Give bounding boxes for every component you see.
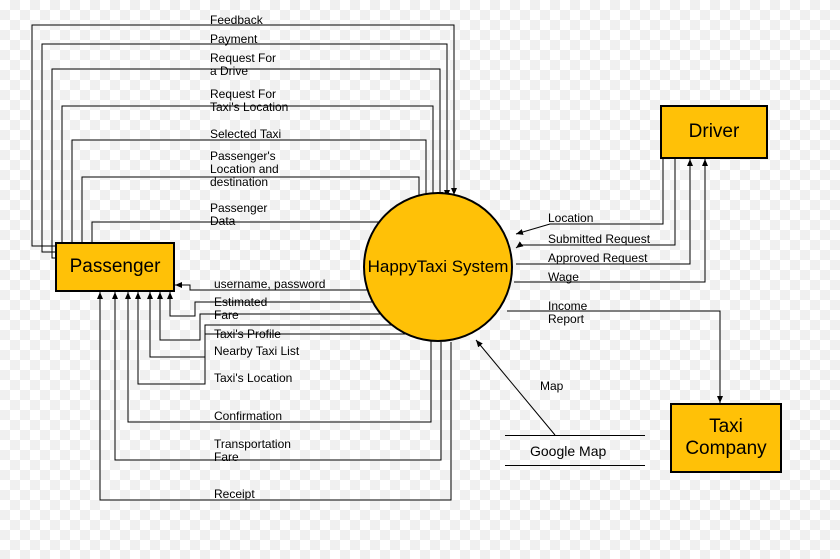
flow-request-drive: Request Fora Drive [210, 52, 300, 78]
entity-googlemap-line-bot [505, 465, 645, 466]
flow-confirmation: Confirmation [214, 410, 282, 423]
flow-request-taxi-loc: Request ForTaxi's Location [210, 88, 320, 114]
flow-pax-data: PassengerData [210, 202, 267, 228]
flow-approved-request: Approved Request [548, 252, 647, 265]
entity-driver-label: Driver [689, 121, 740, 143]
entity-passenger: Passenger [55, 242, 175, 292]
entity-taxi-company: Taxi Company [670, 403, 782, 473]
flow-receipt: Receipt [214, 488, 255, 501]
entity-googlemap-label: Google Map [530, 443, 606, 459]
flow-nearby-taxi-list: Nearby Taxi List [214, 345, 299, 358]
flow-income-report: IncomeReport [548, 300, 587, 326]
flow-taxi-location: Taxi's Location [214, 372, 292, 385]
entity-driver: Driver [660, 105, 768, 159]
flow-taxi-profile: Taxi's Profile [214, 328, 281, 341]
flow-username-password: username, password [214, 278, 325, 291]
entity-googlemap-line-top [505, 435, 645, 436]
process-happytaxi-system: HappyTaxi System [363, 192, 513, 342]
flow-selected-taxi: Selected Taxi [210, 128, 281, 141]
flow-wage: Wage [548, 271, 579, 284]
flow-payment: Payment [210, 33, 257, 46]
process-label: HappyTaxi System [368, 257, 509, 277]
flow-estimated-fare: EstimatedFare [214, 296, 267, 322]
flow-transport-fare: TransportationFare [214, 438, 291, 464]
flow-pax-loc-dest: Passenger'sLocation anddestination [210, 150, 320, 190]
flow-map: Map [540, 380, 563, 393]
flow-feedback: Feedback [210, 14, 263, 27]
entity-taxi-company-label: Taxi Company [680, 416, 772, 460]
flow-location: Location [548, 212, 593, 225]
entity-passenger-label: Passenger [70, 256, 161, 278]
flow-submitted-request: Submitted Request [548, 233, 650, 246]
